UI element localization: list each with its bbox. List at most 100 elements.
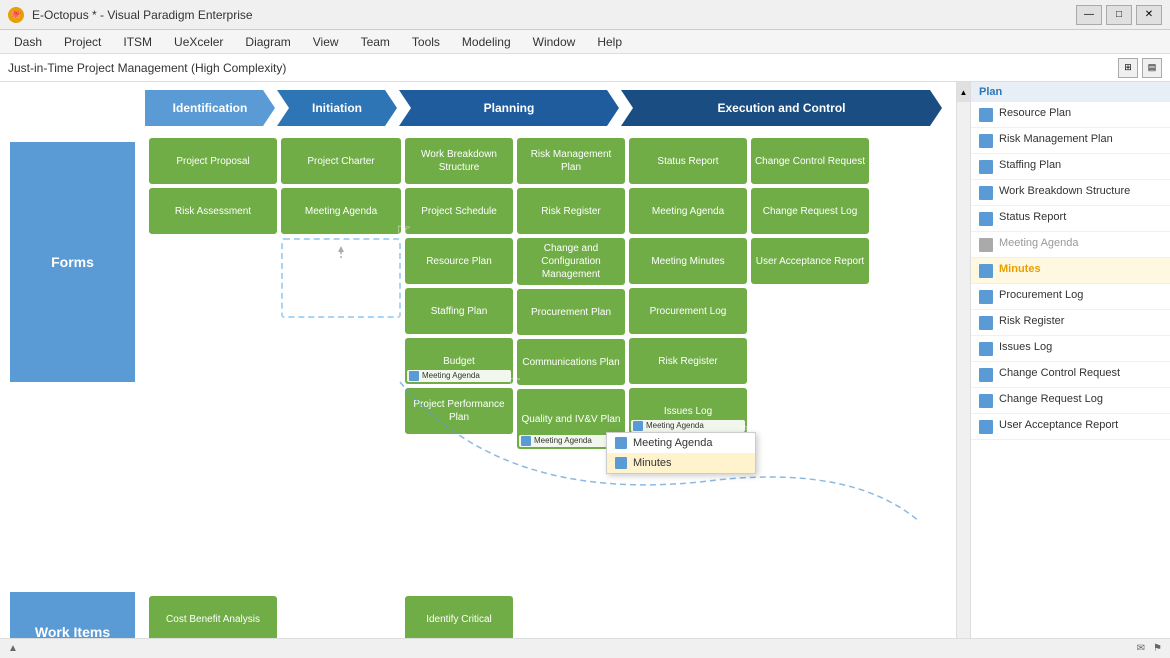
rp-resource-plan-icon <box>979 108 993 122</box>
rp-wbs-label: Work Breakdown Structure <box>999 185 1130 197</box>
menu-project[interactable]: Project <box>54 33 111 51</box>
right-panel-item-status-report[interactable]: Status Report <box>971 206 1170 232</box>
doc-wbs[interactable]: Work Breakdown Structure <box>405 138 513 184</box>
menu-dash[interactable]: Dash <box>4 33 52 51</box>
menu-itsm[interactable]: ITSM <box>113 33 162 51</box>
work-items-section-label: Work Items <box>10 592 135 644</box>
right-panel-item-wbs[interactable]: Work Breakdown Structure <box>971 180 1170 206</box>
right-panel-item-issues-log[interactable]: Issues Log <box>971 336 1170 362</box>
rp-minutes-label: Minutes <box>999 263 1041 275</box>
doc-project-performance-plan[interactable]: Project Performance Plan <box>405 388 513 434</box>
menu-modeling[interactable]: Modeling <box>452 33 521 51</box>
rp-issues-icon <box>979 342 993 356</box>
context-minutes-label: Minutes <box>633 457 672 469</box>
right-panel-item-risk-register[interactable]: Risk Register <box>971 310 1170 336</box>
right-panel-item-staffing-plan[interactable]: Staffing Plan <box>971 154 1170 180</box>
rp-procurement-label: Procurement Log <box>999 289 1083 301</box>
doc-budget[interactable]: Budget Meeting Agenda ☞ <box>405 338 513 384</box>
doc-procurement-plan[interactable]: Procurement Plan <box>517 289 625 335</box>
phase-headers: Identification Initiation Planning Execu… <box>145 90 942 126</box>
rp-change-req-icon <box>979 394 993 408</box>
doc-risk-register-exec[interactable]: Risk Register <box>629 338 747 384</box>
phase-initiation: Initiation <box>277 90 397 126</box>
doc-change-control-request[interactable]: Change Control Request <box>751 138 869 184</box>
right-panel-item-user-acceptance[interactable]: User Acceptance Report <box>971 414 1170 440</box>
menu-tools[interactable]: Tools <box>402 33 450 51</box>
doc-procurement-log[interactable]: Procurement Log <box>629 288 747 334</box>
status-email-icon[interactable]: ✉ <box>1137 643 1145 654</box>
rp-risk-mgmt-label: Risk Management Plan <box>999 133 1113 145</box>
doc-project-schedule[interactable]: Project Schedule <box>405 188 513 234</box>
doc-risk-register-plan[interactable]: Risk Register <box>517 188 625 234</box>
menu-diagram[interactable]: Diagram <box>235 33 300 51</box>
budget-agenda-icon <box>409 371 419 381</box>
context-menu[interactable]: Meeting Agenda Minutes <box>606 432 756 474</box>
work-items-row: Cost Benefit Analysis Identify Critical <box>145 592 942 644</box>
doc-status-report[interactable]: Status Report <box>629 138 747 184</box>
doc-staffing-plan[interactable]: Staffing Plan <box>405 288 513 334</box>
right-panel-item-minutes[interactable]: Minutes <box>971 258 1170 284</box>
context-menu-item-meeting-agenda[interactable]: Meeting Agenda <box>607 433 755 453</box>
doc-meeting-agenda-exec[interactable]: Meeting Agenda <box>629 188 747 234</box>
right-panel-item-change-request-log[interactable]: Change Request Log <box>971 388 1170 414</box>
execution-column-2: Change Control Request Change Request Lo… <box>751 138 869 626</box>
right-panel-item-risk-mgmt-plan[interactable]: Risk Management Plan <box>971 128 1170 154</box>
planning-column-1: Work Breakdown Structure Project Schedul… <box>405 138 513 626</box>
doc-resource-plan[interactable]: Resource Plan <box>405 238 513 284</box>
doc-user-acceptance-report[interactable]: User Acceptance Report <box>751 238 869 284</box>
close-button[interactable]: ✕ <box>1136 5 1162 25</box>
doc-risk-assessment[interactable]: Risk Assessment <box>149 188 277 234</box>
quality-agenda-icon <box>521 436 531 446</box>
rp-resource-plan-label: Resource Plan <box>999 107 1071 119</box>
menu-help[interactable]: Help <box>587 33 632 51</box>
title-bar: 🐙 E-Octopus * - Visual Paradigm Enterpri… <box>0 0 1170 30</box>
doc-change-config-mgmt[interactable]: Change and Configuration Management <box>517 238 625 285</box>
breadcrumb-icon-1[interactable]: ⊞ <box>1118 58 1138 78</box>
doc-meeting-minutes[interactable]: Meeting Minutes <box>629 238 747 284</box>
rp-status-label: Status Report <box>999 211 1066 223</box>
execution-column-1: Status Report Meeting Agenda Meeting Min… <box>629 138 747 626</box>
rp-wbs-icon <box>979 186 993 200</box>
right-panel-item-meeting-agenda[interactable]: Meeting Agenda <box>971 232 1170 258</box>
phase-execution: Execution and Control <box>621 90 942 126</box>
doc-change-request-log[interactable]: Change Request Log <box>751 188 869 234</box>
doc-placeholder-init <box>281 238 401 318</box>
rp-minutes-icon <box>979 264 993 278</box>
context-menu-item-minutes[interactable]: Minutes <box>607 453 755 473</box>
rp-user-acc-icon <box>979 420 993 434</box>
breadcrumb-icon-2[interactable]: ▤ <box>1142 58 1162 78</box>
right-panel-item-change-control[interactable]: Change Control Request <box>971 362 1170 388</box>
doc-columns: Project Proposal Risk Assessment Project… <box>145 134 942 630</box>
doc-identify-critical[interactable]: Identify Critical <box>405 596 513 642</box>
doc-cost-benefit[interactable]: Cost Benefit Analysis <box>149 596 277 642</box>
issues-agenda-icon <box>633 421 643 431</box>
doc-project-proposal[interactable]: Project Proposal <box>149 138 277 184</box>
menu-window[interactable]: Window <box>523 33 586 51</box>
menu-team[interactable]: Team <box>351 33 400 51</box>
rp-risk-register-icon <box>979 316 993 330</box>
app-icon: 🐙 <box>8 7 24 23</box>
doc-meeting-agenda-init[interactable]: Meeting Agenda ☞ <box>281 188 401 234</box>
maximize-button[interactable]: □ <box>1106 5 1132 25</box>
minimize-button[interactable]: — <box>1076 5 1102 25</box>
right-panel-item-resource-plan[interactable]: Resource Plan <box>971 102 1170 128</box>
scroll-up-button[interactable]: ▲ <box>957 82 970 102</box>
menu-view[interactable]: View <box>303 33 349 51</box>
rp-user-acc-label: User Acceptance Report <box>999 419 1118 431</box>
status-flag-icon[interactable]: ⚑ <box>1153 643 1162 654</box>
doc-issues-log[interactable]: Issues Log Meeting Agenda ☞ <box>629 388 747 434</box>
work-items-col-plan1: Identify Critical <box>405 596 513 644</box>
rp-change-control-label: Change Control Request <box>999 367 1120 379</box>
doc-project-charter[interactable]: Project Charter <box>281 138 401 184</box>
right-panel-title: Plan <box>971 82 1170 102</box>
right-panel-item-procurement-log[interactable]: Procurement Log <box>971 284 1170 310</box>
vertical-scrollbar[interactable]: ▲ ▼ <box>956 82 970 658</box>
main-layout: Identification Initiation Planning Execu… <box>0 82 1170 658</box>
context-minutes-icon <box>615 457 627 469</box>
doc-communications-plan[interactable]: Communications Plan <box>517 339 625 385</box>
rp-agenda-label: Meeting Agenda <box>999 237 1079 249</box>
doc-risk-mgmt-plan[interactable]: Risk Management Plan <box>517 138 625 184</box>
menu-uexceler[interactable]: UeXceler <box>164 33 233 51</box>
window-controls: — □ ✕ <box>1076 5 1162 25</box>
breadcrumb-bar: Just-in-Time Project Management (High Co… <box>0 54 1170 82</box>
